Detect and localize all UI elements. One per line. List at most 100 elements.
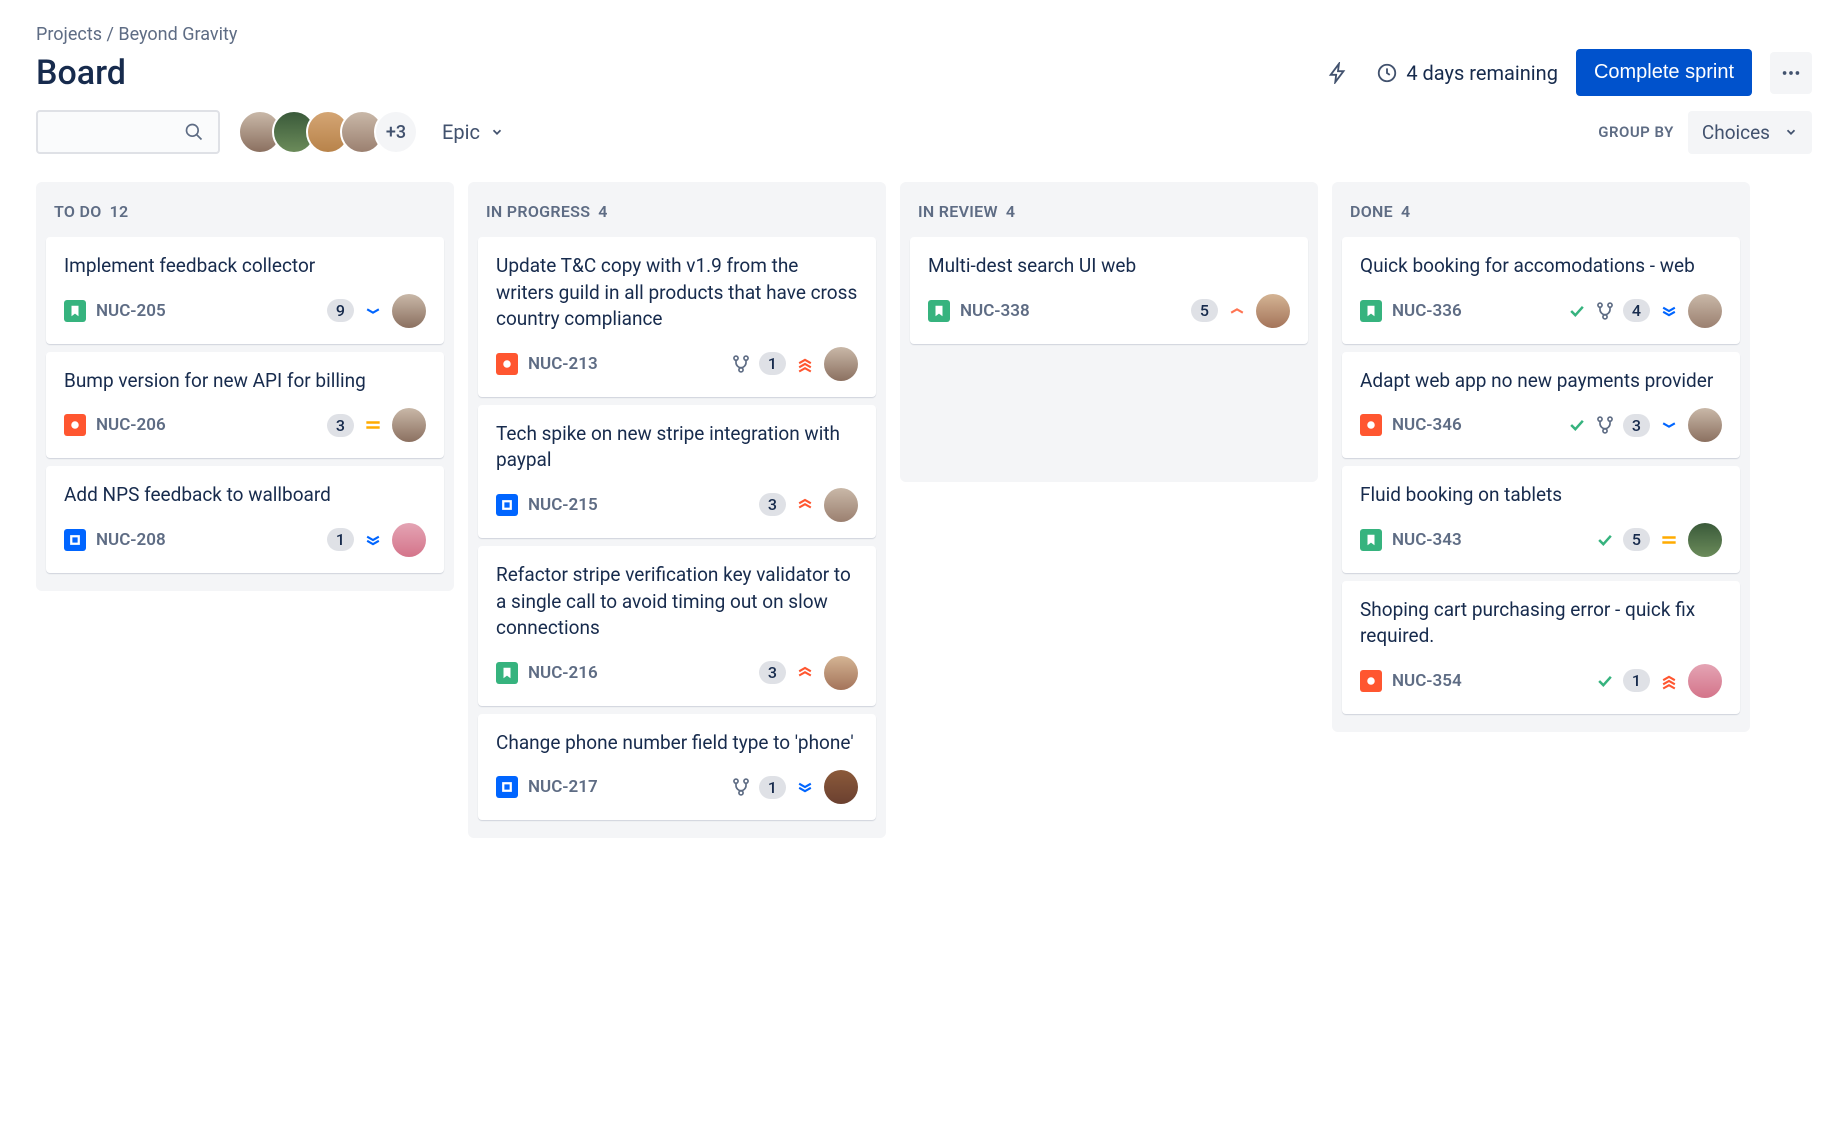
search-icon xyxy=(184,122,204,142)
avatar-overflow[interactable]: +3 xyxy=(374,110,418,154)
assignee-avatar[interactable] xyxy=(1688,523,1722,557)
search-input[interactable] xyxy=(36,110,220,154)
card-title: Adapt web app no new payments provider xyxy=(1360,368,1722,395)
issue-key[interactable]: NUC-216 xyxy=(528,663,598,683)
assignee-avatar[interactable] xyxy=(1256,294,1290,328)
priority-high-icon xyxy=(794,494,816,516)
card-title: Refactor stripe verification key validat… xyxy=(496,562,858,642)
branch-icon[interactable] xyxy=(1595,301,1615,321)
issue-card[interactable]: Multi-dest search UI webNUC-3385 xyxy=(910,237,1308,344)
issue-key[interactable]: NUC-354 xyxy=(1392,671,1462,691)
priority-low-icon xyxy=(362,300,384,322)
story-points-badge: 4 xyxy=(1623,299,1650,322)
story-points-badge: 3 xyxy=(759,493,786,516)
issue-key[interactable]: NUC-338 xyxy=(960,301,1030,321)
priority-medium-up-icon xyxy=(1226,300,1248,322)
groupby-select[interactable]: Choices xyxy=(1688,111,1812,154)
assignee-avatar[interactable] xyxy=(824,770,858,804)
priority-highest-icon xyxy=(1658,670,1680,692)
issue-card[interactable]: Shoping cart purchasing error - quick fi… xyxy=(1342,581,1740,714)
issue-key[interactable]: NUC-205 xyxy=(96,301,166,321)
issue-key[interactable]: NUC-213 xyxy=(528,354,598,374)
board-column: DONE 4Quick booking for accomodations - w… xyxy=(1332,182,1750,732)
issue-key[interactable]: NUC-217 xyxy=(528,777,598,797)
kanban-board: TO DO12 Implement feedback collector NUC-2… xyxy=(36,182,1812,838)
column-count: 4 xyxy=(1006,202,1015,221)
bug-type-icon xyxy=(64,414,86,436)
more-actions-button[interactable] xyxy=(1770,52,1812,94)
issue-key[interactable]: NUC-206 xyxy=(96,415,166,435)
priority-medium-icon xyxy=(1658,529,1680,551)
issue-key[interactable]: NUC-215 xyxy=(528,495,598,515)
card-title: Shoping cart purchasing error - quick fi… xyxy=(1360,597,1722,650)
assignee-avatar[interactable] xyxy=(824,347,858,381)
story-type-icon xyxy=(496,662,518,684)
epic-filter[interactable]: Epic xyxy=(436,112,510,152)
branch-icon[interactable] xyxy=(731,354,751,374)
issue-card[interactable]: Add NPS feedback to wallboardNUC-2081 xyxy=(46,466,444,573)
story-points-badge: 3 xyxy=(1623,414,1650,437)
issue-card[interactable]: Refactor stripe verification key validat… xyxy=(478,546,876,706)
issue-key[interactable]: NUC-346 xyxy=(1392,415,1462,435)
breadcrumb: Projects / Beyond Gravity xyxy=(36,24,1812,45)
column-name: IN PROGRESS xyxy=(486,202,590,221)
card-title: Update T&C copy with v1.9 from the write… xyxy=(496,253,858,333)
story-type-icon xyxy=(1360,529,1382,551)
story-points-badge: 1 xyxy=(759,352,786,375)
task-type-icon xyxy=(496,494,518,516)
story-points-badge: 3 xyxy=(759,661,786,684)
assignee-avatar[interactable] xyxy=(1688,664,1722,698)
assignee-avatar[interactable] xyxy=(392,523,426,557)
issue-key[interactable]: NUC-343 xyxy=(1392,530,1462,550)
branch-icon[interactable] xyxy=(1595,415,1615,435)
issue-card[interactable]: Adapt web app no new payments provider NU… xyxy=(1342,352,1740,459)
card-title: Bump version for new API for billing xyxy=(64,368,426,395)
priority-high-icon xyxy=(794,662,816,684)
assignee-avatar[interactable] xyxy=(392,294,426,328)
branch-icon[interactable] xyxy=(731,777,751,797)
clock-icon xyxy=(1376,62,1398,84)
column-header: IN REVIEW 4 xyxy=(910,192,1308,237)
issue-card[interactable]: Fluid booking on tabletsNUC-3435 xyxy=(1342,466,1740,573)
issue-card[interactable]: Tech spike on new stripe integration wit… xyxy=(478,405,876,538)
bug-type-icon xyxy=(1360,414,1382,436)
issue-card[interactable]: Bump version for new API for billing NUC-… xyxy=(46,352,444,459)
issue-card[interactable]: Change phone number field type to 'phone… xyxy=(478,714,876,821)
column-header: IN PROGRESS4 xyxy=(478,192,876,237)
story-type-icon xyxy=(928,300,950,322)
dots-icon xyxy=(1780,62,1802,84)
bug-type-icon xyxy=(1360,670,1382,692)
story-points-badge: 5 xyxy=(1191,299,1218,322)
story-points-badge: 1 xyxy=(327,528,354,551)
column-header: TO DO12 xyxy=(46,192,444,237)
assignee-avatar[interactable] xyxy=(392,408,426,442)
priority-low-icon xyxy=(1658,414,1680,436)
card-title: Implement feedback collector xyxy=(64,253,426,280)
assignee-avatar[interactable] xyxy=(1688,408,1722,442)
breadcrumb-root[interactable]: Projects xyxy=(36,24,102,45)
assignee-avatar[interactable] xyxy=(824,656,858,690)
column-name: IN REVIEW xyxy=(918,202,998,221)
complete-sprint-button[interactable]: Complete sprint xyxy=(1576,49,1752,96)
priority-highest-icon xyxy=(794,353,816,375)
issue-card[interactable]: Update T&C copy with v1.9 from the write… xyxy=(478,237,876,397)
priority-lowest-icon xyxy=(362,529,384,551)
column-name: DONE xyxy=(1350,202,1393,221)
issue-card[interactable]: Quick booking for accomodations - webNUC… xyxy=(1342,237,1740,344)
column-count: 12 xyxy=(110,202,129,221)
issue-key[interactable]: NUC-336 xyxy=(1392,301,1462,321)
automation-icon[interactable] xyxy=(1318,53,1358,93)
issue-card[interactable]: Implement feedback collector NUC-205 9 xyxy=(46,237,444,344)
breadcrumb-project[interactable]: Beyond Gravity xyxy=(118,24,237,45)
assignee-avatar[interactable] xyxy=(824,488,858,522)
story-points-badge: 1 xyxy=(759,776,786,799)
story-points-badge: 9 xyxy=(327,299,354,322)
story-points-badge: 3 xyxy=(327,414,354,437)
groupby-label: GROUP BY xyxy=(1598,123,1674,141)
issue-key[interactable]: NUC-208 xyxy=(96,530,166,550)
priority-lowest-icon xyxy=(794,776,816,798)
assignee-filter-avatars: +3 xyxy=(238,110,418,154)
page-title: Board xyxy=(36,53,126,93)
done-check-icon xyxy=(1595,671,1615,691)
assignee-avatar[interactable] xyxy=(1688,294,1722,328)
